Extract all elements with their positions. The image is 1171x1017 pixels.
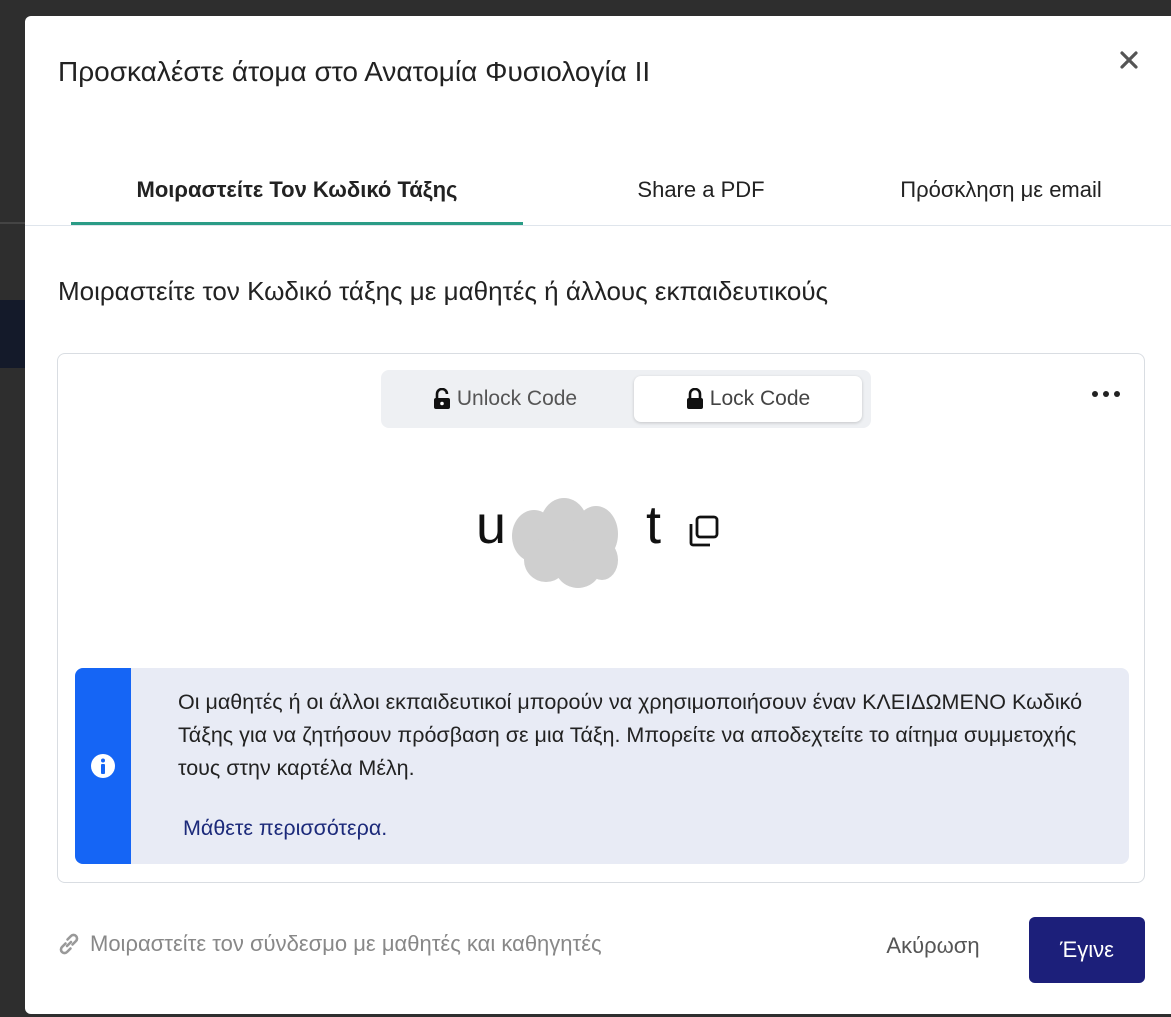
more-options-button[interactable] [1086, 382, 1126, 406]
tab-bar: Μοιραστείτε Τον Κωδικό Τάξης Share a PDF… [71, 156, 1171, 226]
lock-code-label: Lock Code [709, 387, 811, 410]
background-block [0, 300, 26, 368]
link-icon [59, 933, 79, 955]
tab-email-invite[interactable]: Πρόσκληση με email [851, 156, 1151, 224]
unlock-code-option[interactable]: Unlock Code [387, 376, 623, 422]
learn-more-link[interactable]: Μάθετε περισσότερα. [183, 816, 387, 841]
redacted-code-blur [512, 498, 618, 588]
info-icon [91, 754, 115, 778]
class-code-card: Unlock Code Lock Code u t Οι μαθητές ή ο… [57, 353, 1145, 883]
tab-share-pdf[interactable]: Share a PDF [591, 156, 811, 224]
cancel-button[interactable]: Ακύρωση [863, 921, 1003, 971]
class-code-display: u t [476, 494, 716, 604]
lock-code-option[interactable]: Lock Code [634, 376, 862, 422]
unlock-code-label: Unlock Code [456, 387, 578, 410]
tab-share-class-code[interactable]: Μοιραστείτε Τον Κωδικό Τάξης [71, 156, 523, 224]
info-box: Οι μαθητές ή οι άλλοι εκπαιδευτικοί μπορ… [75, 668, 1129, 864]
invite-modal: Προσκαλέστε άτομα στο Ανατομία Φυσιολογί… [25, 16, 1171, 1014]
lock-icon [686, 388, 703, 409]
copy-icon[interactable] [686, 514, 720, 548]
tabs-divider [25, 225, 1171, 226]
close-button[interactable] [1115, 46, 1143, 74]
class-code-start: u [476, 495, 507, 555]
close-icon [1120, 51, 1138, 69]
info-stripe [75, 668, 131, 864]
modal-title: Προσκαλέστε άτομα στο Ανατομία Φυσιολογί… [58, 56, 651, 87]
unlock-icon [433, 388, 450, 409]
share-link-label: Μοιραστείτε τον σύνδεσμο με μαθητές και … [90, 931, 602, 956]
share-link-button[interactable]: Μοιραστείτε τον σύνδεσμο με μαθητές και … [56, 931, 602, 957]
done-button[interactable]: Έγινε [1029, 917, 1145, 983]
section-heading: Μοιραστείτε τον Κωδικό τάξης με μαθητές … [58, 276, 829, 306]
class-code-end: t [646, 495, 662, 555]
lock-toggle: Unlock Code Lock Code [381, 370, 871, 428]
info-text: Οι μαθητές ή οι άλλοι εκπαιδευτικοί μπορ… [178, 690, 1083, 780]
background-divider [0, 222, 26, 224]
more-options-icon [1092, 391, 1120, 397]
